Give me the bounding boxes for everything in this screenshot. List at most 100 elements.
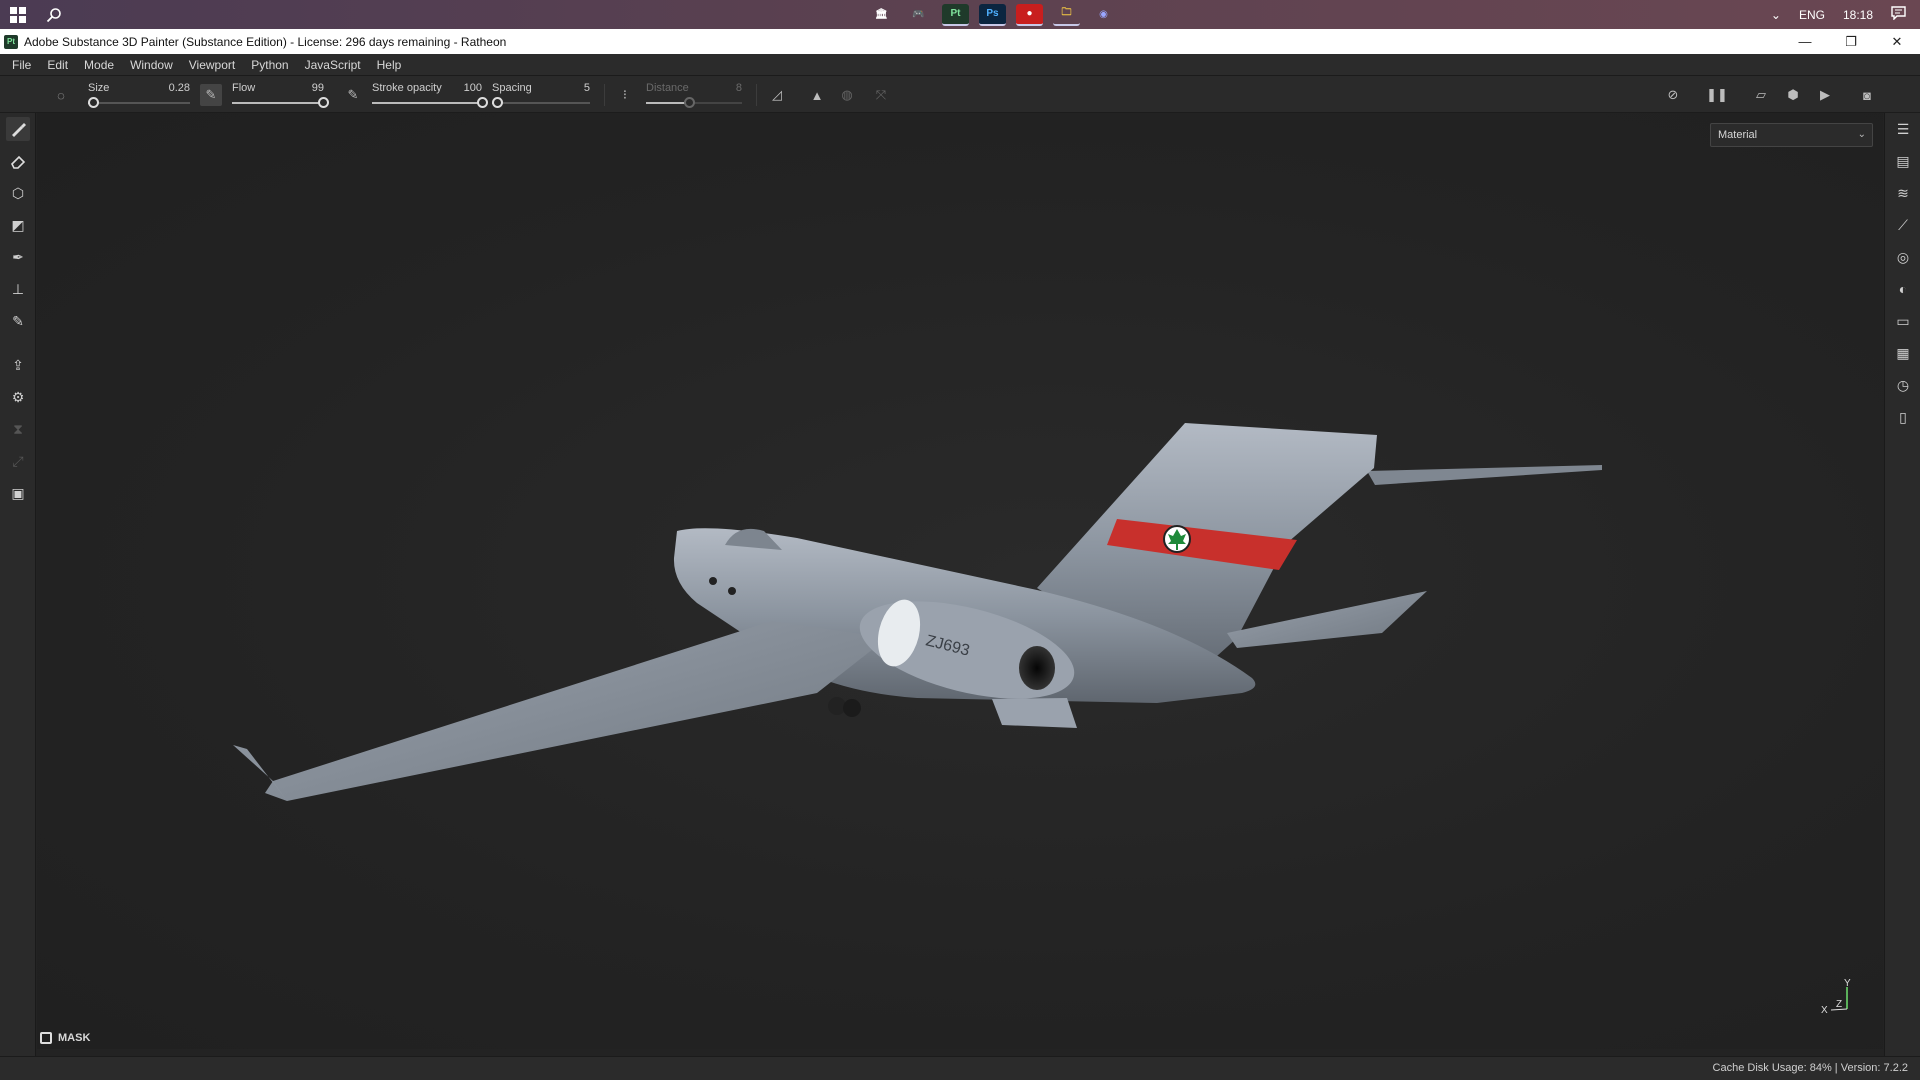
search-icon[interactable] [36,0,72,29]
bank-app-icon[interactable]: 🏛 [868,4,895,26]
size-value[interactable]: 0.28 [169,82,190,94]
bake-icon[interactable]: ⚙ [6,385,30,409]
projection-icon[interactable]: ⤧ [870,84,892,106]
main-wing [265,621,887,801]
restore-icon[interactable]: ❐ [1828,29,1874,54]
texture-set-icon[interactable]: ▤ [1891,149,1915,173]
environment-icon[interactable]: ◐ [1891,277,1915,301]
smudge-icon[interactable]: ✒ [6,245,30,269]
minimize-icon[interactable]: — [1782,29,1828,54]
size-label: Size [88,82,110,94]
spacing-slider[interactable]: Spacing 5 [491,79,590,111]
substance-painter-app-icon[interactable]: Pt [942,3,969,26]
axis-y-label: Y [1844,979,1851,989]
discord-app-icon[interactable]: ◉ [1090,4,1117,26]
chevron-down-icon: ⌄ [1857,129,1866,140]
file-explorer-app-icon[interactable]: 🗀 [1053,4,1080,26]
lazy-mouse-icon[interactable]: ⁝ [614,84,636,106]
distance-slider[interactable]: Distance 8 [646,79,742,111]
system-tray: ⌄ ENG 18:18 [1771,0,1906,29]
spacing-label: Spacing [492,82,532,94]
display-settings-icon[interactable]: ◎ [1891,245,1915,269]
plugin-icon[interactable]: ▣ [6,481,30,505]
clone-stamp-icon[interactable]: ⊥ [6,277,30,301]
polygon-fill-icon[interactable]: ◩ [6,213,30,237]
menu-window[interactable]: Window [122,54,181,76]
hide-overlay-icon[interactable]: ⊘ [1662,84,1684,106]
link-icon[interactable]: ⤢ [6,449,30,473]
stroke-opacity-label: Stroke opacity [372,82,442,94]
windows-taskbar: 🏛 🎮 Pt Ps ● 🗀 ◉ ⌄ ENG 18:18 [0,0,1920,29]
stroke-opacity-pressure-icon[interactable]: ✎ [342,84,364,106]
menu-python[interactable]: Python [243,54,296,76]
size-slider[interactable]: Size 0.28 [88,79,190,111]
tool-options-bar: ◌ Size 0.28 ✎ Flow 99 ✎ Stroke opacity 1… [0,76,1920,113]
timer-icon[interactable]: ⧗ [6,417,30,441]
spacing-value[interactable]: 5 [584,82,590,94]
layer-stack-icon[interactable]: ≋ [1891,181,1915,205]
gamepad-app-icon[interactable]: 🎮 [905,4,932,26]
window-titlebar: Pt Adobe Substance 3D Painter (Substance… [0,29,1920,54]
dynamic-stroke-icon[interactable]: ◍ [836,84,858,106]
distance-value[interactable]: 8 [736,82,742,94]
mask-label: MASK [58,1032,91,1044]
stroke-opacity-slider-knob[interactable] [477,97,488,108]
shelf-icon[interactable]: ▭ [1891,309,1915,333]
history-icon[interactable]: ◷ [1891,373,1915,397]
app-logo: Pt [4,34,18,49]
menu-edit[interactable]: Edit [39,54,76,76]
menu-help[interactable]: Help [369,54,410,76]
menu-javascript[interactable]: JavaScript [297,54,369,76]
screenshot-icon[interactable]: ◙ [1856,84,1878,106]
windows-start-icon[interactable] [0,0,36,29]
pause-render-icon[interactable]: ❚❚ [1706,84,1728,106]
cache-status-text: Cache Disk Usage: 84% | Version: 7.2.2 [1712,1062,1908,1074]
brush-properties-icon[interactable]: ⟋ [1891,213,1915,237]
recorder-app-icon[interactable]: ● [1016,3,1043,26]
size-slider-knob[interactable] [88,97,100,108]
language-indicator[interactable]: ENG [1799,8,1825,22]
axis-z-label: Z [1836,999,1842,1010]
menu-file[interactable]: File [4,54,39,76]
export-icon[interactable]: ⇪ [6,353,30,377]
spacing-slider-knob[interactable] [491,97,503,108]
window-title: Adobe Substance 3D Painter (Substance Ed… [24,34,507,49]
stroke-angle-icon[interactable]: ◿ [766,84,788,106]
viewport-3d-icon[interactable]: ⬢ [1782,84,1804,106]
symmetry-icon[interactable]: ▲ [806,84,828,106]
cockpit-window [709,577,717,585]
stroke-opacity-value[interactable]: 100 [464,82,482,94]
log-icon[interactable]: ▯ [1891,405,1915,429]
camera-icon[interactable]: ▶ [1814,84,1836,106]
close-icon[interactable]: ✕ [1874,29,1920,54]
mask-checkbox[interactable] [40,1032,52,1044]
mask-toggle[interactable]: MASK [40,1030,90,1046]
projection-tool-icon[interactable]: ⬡ [6,181,30,205]
chevron-up-icon[interactable]: ⌄ [1771,8,1781,22]
brush-alignment-icon[interactable]: ◌ [50,84,72,106]
clock[interactable]: 18:18 [1843,8,1873,22]
menu-viewport[interactable]: Viewport [181,54,243,76]
photoshop-app-icon[interactable]: Ps [979,3,1006,26]
distance-slider-knob[interactable] [684,97,696,108]
paint-brush-icon[interactable] [6,117,30,141]
assets-grid-icon[interactable]: ▦ [1891,341,1915,365]
flow-slider[interactable]: Flow 99 [232,79,330,111]
axis-gizmo: Y Z X [1821,979,1851,1016]
channel-select[interactable]: Material ⌄ [1710,123,1873,147]
tools-sidebar: ⬡ ◩ ✒ ⊥ ✎ ⇪ ⚙ ⧗ ⤢ ▣ [0,113,36,1056]
flow-pressure-icon[interactable]: ✎ [200,84,222,106]
flow-slider-knob[interactable] [318,97,330,108]
stroke-opacity-slider[interactable]: Stroke opacity 100 [372,79,488,111]
notifications-icon[interactable] [1891,6,1906,23]
cockpit-window-2 [728,587,736,595]
menu-mode[interactable]: Mode [76,54,122,76]
layers-panel-icon[interactable]: ☰ [1891,117,1915,141]
flow-value[interactable]: 99 [312,82,324,94]
3d-viewport[interactable]: ZJ693 Material ⌄ Y Z X MASK [37,113,1883,1049]
aircraft-model[interactable]: ZJ693 [37,113,1883,1049]
eraser-icon[interactable] [6,149,30,173]
right-dock: ☰ ▤ ≋ ⟋ ◎ ◐ ▭ ▦ ◷ ▯ [1884,113,1920,1056]
viewport-2d-icon[interactable]: ▱ [1750,84,1772,106]
color-picker-icon[interactable]: ✎ [6,309,30,333]
